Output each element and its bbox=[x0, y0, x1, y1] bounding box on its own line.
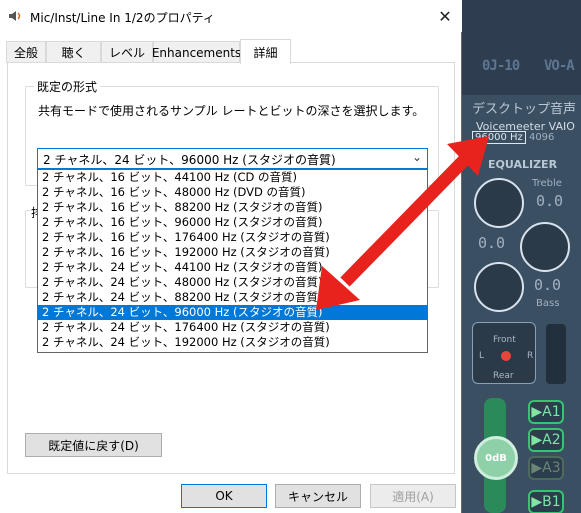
tab-listen[interactable]: 聴く bbox=[46, 41, 101, 63]
pan-right-label: R bbox=[527, 351, 534, 361]
voicemeeter-logo-right: VO-A bbox=[544, 58, 575, 74]
format-option[interactable]: 2 チャネル、24 ビット、96000 Hz (スタジオの音質) bbox=[38, 305, 427, 320]
speaker-icon bbox=[9, 11, 21, 21]
format-option[interactable]: 2 チャネル、24 ビット、48000 Hz (スタジオの音質) bbox=[38, 275, 427, 290]
tab-levels[interactable]: レベル bbox=[101, 41, 153, 63]
tab-strip: 全般 聴く レベル Enhancements 詳細 bbox=[6, 39, 456, 64]
pan-left-label: L bbox=[479, 351, 485, 361]
properties-dialog: Mic/Inst/Line In 1/2のプロパティ ✕ 全般 聴く レベル E… bbox=[0, 0, 462, 513]
voicemeeter-strip: 0J-10 VO-A デスクトップ音声 Voicemeeter VAIO 960… bbox=[462, 0, 581, 513]
pan-front-label: Front bbox=[493, 335, 516, 345]
bus-a3-button[interactable]: ▶A3 bbox=[528, 456, 564, 480]
bass-knob[interactable] bbox=[474, 262, 524, 312]
default-format-label: 既定の形式 bbox=[34, 78, 101, 95]
format-select-value: 2 チャネル、24 ビット、96000 Hz (スタジオの音質) bbox=[43, 153, 336, 167]
format-option[interactable]: 2 チャネル、16 ビット、176400 Hz (スタジオの音質) bbox=[38, 230, 427, 245]
mid-value: 0.0 bbox=[478, 234, 506, 252]
format-option[interactable]: 2 チャネル、16 ビット、192000 Hz (スタジオの音質) bbox=[38, 245, 427, 260]
format-select[interactable]: 2 チャネル、24 ビット、96000 Hz (スタジオの音質) ⌄ bbox=[37, 148, 428, 169]
bass-label: Bass bbox=[536, 298, 560, 309]
format-option[interactable]: 2 チャネル、16 ビット、48000 Hz (DVD の音質) bbox=[38, 185, 427, 200]
pan-dot[interactable] bbox=[501, 351, 511, 361]
equalizer-label[interactable]: EQUALIZER bbox=[488, 158, 557, 171]
close-icon[interactable]: ✕ bbox=[432, 4, 458, 28]
format-option[interactable]: 2 チャネル、16 ビット、88200 Hz (スタジオの音質) bbox=[38, 200, 427, 215]
tab-advanced[interactable]: 詳細 bbox=[240, 39, 291, 64]
device-rate: 96000 Hz 4096 bbox=[472, 131, 555, 144]
treble-value: 0.0 bbox=[536, 192, 564, 210]
pan-control[interactable]: Front L R Rear bbox=[472, 322, 536, 384]
voicemeeter-logo-left: 0J-10 bbox=[482, 58, 520, 74]
bus-b1-button[interactable]: ▶B1 bbox=[528, 490, 564, 513]
mid-knob[interactable] bbox=[520, 222, 570, 272]
bus-a1-button[interactable]: ▶A1 bbox=[528, 400, 564, 424]
format-option[interactable]: 2 チャネル、24 ビット、88200 Hz (スタジオの音質) bbox=[38, 290, 427, 305]
apply-button[interactable]: 適用(A) bbox=[370, 484, 456, 508]
chevron-down-icon[interactable]: ⌄ bbox=[412, 150, 422, 164]
cancel-button[interactable]: キャンセル bbox=[275, 484, 361, 508]
default-format-description: 共有モードで使用されるサンプル レートとビットの深さを選択します。 bbox=[38, 104, 425, 118]
format-option[interactable]: 2 チャネル、24 ビット、44100 Hz (スタジオの音質) bbox=[38, 260, 427, 275]
window-title: Mic/Inst/Line In 1/2のプロパティ bbox=[30, 11, 215, 25]
format-option[interactable]: 2 チャネル、24 ビット、176400 Hz (スタジオの音質) bbox=[38, 320, 427, 335]
tab-general[interactable]: 全般 bbox=[6, 41, 46, 63]
gain-fader-knob[interactable]: 0dB bbox=[474, 436, 518, 480]
ok-button[interactable]: OK bbox=[181, 484, 267, 508]
format-option[interactable]: 2 チャネル、16 ビット、44100 Hz (CD の音質) bbox=[38, 170, 427, 185]
treble-knob-left[interactable] bbox=[474, 178, 524, 228]
sample-rate-readout: 96000 Hz bbox=[472, 131, 526, 144]
format-dropdown-list: 2 チャネル、16 ビット、44100 Hz (CD の音質) 2 チャネル、16… bbox=[37, 169, 428, 353]
treble-label: Treble bbox=[532, 178, 562, 189]
pan-rear-label: Rear bbox=[493, 371, 514, 381]
restore-defaults-button[interactable]: 既定値に戻す(D) bbox=[25, 433, 162, 457]
title-bar[interactable]: Mic/Inst/Line In 1/2のプロパティ ✕ bbox=[0, 0, 462, 32]
bass-value: 0.0 bbox=[534, 276, 562, 294]
bus-a2-button[interactable]: ▶A2 bbox=[528, 428, 564, 452]
buffer-readout: 4096 bbox=[528, 132, 555, 143]
level-meter bbox=[546, 324, 566, 384]
tab-enhancements[interactable]: Enhancements bbox=[152, 41, 241, 63]
format-option[interactable]: 2 チャネル、24 ビット、192000 Hz (スタジオの音質) bbox=[38, 335, 427, 350]
strip-title[interactable]: デスクトップ音声 bbox=[472, 98, 576, 117]
format-option[interactable]: 2 チャネル、16 ビット、96000 Hz (スタジオの音質) bbox=[38, 215, 427, 230]
